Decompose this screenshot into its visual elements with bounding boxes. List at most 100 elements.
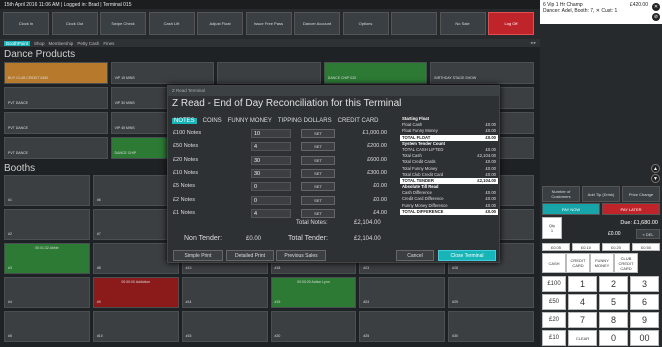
- booth-tile[interactable]: 00:00:20 Action Lynn #19: [270, 277, 357, 308]
- booth-tile[interactable]: #24: [359, 277, 446, 308]
- booth-tile[interactable]: #20: [270, 311, 357, 342]
- product-tile[interactable]: PVT DANCE: [4, 137, 108, 159]
- qty-box[interactable]: Qty 1: [542, 217, 562, 239]
- tab-1[interactable]: Shop: [34, 41, 45, 46]
- tender-tab-2[interactable]: FUNNY MONEY: [228, 118, 272, 124]
- booth-tile[interactable]: #30: [448, 311, 534, 342]
- funny-money-button[interactable]: FUNNY MONEY: [590, 253, 614, 273]
- toolbar-button-4[interactable]: Adjust Float: [197, 12, 243, 35]
- credit-card-button[interactable]: CREDIT CARD: [566, 253, 590, 273]
- tab-0[interactable]: BoothPoint: [4, 40, 31, 46]
- quantity-input[interactable]: 30: [251, 168, 291, 178]
- simple-print-button[interactable]: Simple Print: [173, 250, 223, 261]
- quantity-input[interactable]: 10: [251, 129, 291, 138]
- set-button[interactable]: SET: [301, 142, 335, 152]
- booth-tile[interactable]: #14: [181, 277, 268, 308]
- key-8[interactable]: 8: [599, 312, 628, 328]
- booth-tile[interactable]: 00:00:00 Addiction #9: [92, 277, 179, 308]
- booth-tile[interactable]: #1: [4, 175, 90, 206]
- product-tile[interactable]: BUY CLUB CREDIT £460: [4, 62, 108, 84]
- toolbar-button-3[interactable]: Cash Lift: [148, 12, 195, 35]
- toolbar-button-0[interactable]: Clock In: [3, 12, 49, 35]
- toolbar-button-10[interactable]: Log Off: [488, 12, 534, 35]
- product-tile[interactable]: [217, 62, 321, 84]
- toolbar-button-7[interactable]: Options: [342, 12, 389, 35]
- toolbar-button-5[interactable]: Issue Free Pass: [245, 12, 292, 35]
- pay-now-button[interactable]: PAY NOW: [542, 203, 600, 215]
- booth-tile[interactable]: #29: [448, 277, 534, 308]
- number-of-customers-button[interactable]: Number of Customers: [542, 186, 580, 202]
- key-5[interactable]: 5: [599, 294, 628, 310]
- quick-amount-button[interactable]: £10: [542, 330, 566, 346]
- set-button[interactable]: SET: [301, 168, 335, 178]
- tab-4[interactable]: Fines: [103, 41, 114, 46]
- close-icon[interactable]: ✕: [652, 3, 660, 11]
- product-tile[interactable]: PVT DANCE: [4, 112, 108, 134]
- cancel-button[interactable]: Cancel: [396, 250, 434, 261]
- booth-tile[interactable]: #7: [92, 209, 179, 240]
- product-tile[interactable]: PVT DANCE: [4, 87, 108, 109]
- quick-amount-button[interactable]: £20: [542, 312, 566, 328]
- set-button[interactable]: SET: [301, 155, 335, 165]
- key-4[interactable]: 4: [568, 294, 597, 310]
- product-tile[interactable]: DANCE CHIP £20: [323, 62, 428, 84]
- booth-tile[interactable]: #15: [181, 311, 268, 342]
- key-0[interactable]: 0: [599, 330, 628, 346]
- tender-tab-1[interactable]: COINS: [203, 118, 222, 124]
- tab-3[interactable]: Petty Cash: [77, 41, 99, 46]
- remove-item-icon[interactable]: ⊘: [652, 13, 660, 21]
- coin-button-0[interactable]: £0.05: [542, 243, 570, 251]
- booth-tile[interactable]: 00:01:32 Abbie #3: [4, 243, 90, 274]
- set-button[interactable]: SET: [301, 182, 335, 192]
- key-6[interactable]: 6: [630, 294, 659, 310]
- quantity-input[interactable]: 0: [251, 195, 291, 205]
- toolbar-button-2[interactable]: Swipe Check: [100, 12, 146, 35]
- quantity-input[interactable]: 4: [251, 142, 291, 152]
- booth-tile[interactable]: #5: [4, 311, 90, 342]
- coin-button-1[interactable]: £0.10: [572, 243, 600, 251]
- tender-tab-0[interactable]: NOTES: [172, 118, 197, 124]
- booth-tile[interactable]: #10: [92, 311, 179, 342]
- toolbar-button-6[interactable]: Dancer Account: [294, 12, 340, 35]
- tab-2[interactable]: Membership: [49, 41, 74, 46]
- set-button[interactable]: SET: [301, 129, 335, 138]
- quick-amount-button[interactable]: £50: [542, 294, 566, 310]
- coin-button-2[interactable]: £0.20: [602, 243, 630, 251]
- close-terminal-button[interactable]: Close Terminal: [438, 250, 496, 261]
- coin-button-3[interactable]: £0.50: [632, 243, 660, 251]
- toolbar-button-9[interactable]: No Sale: [439, 12, 486, 35]
- tab-scroll-arrows[interactable]: ◂ ▸: [530, 40, 536, 46]
- toolbar-button-1[interactable]: Clock Out: [51, 12, 98, 35]
- previous-sales-button[interactable]: Previous Sales: [276, 250, 326, 261]
- product-tile[interactable]: VIP 15 MINS: [110, 62, 215, 84]
- key-00[interactable]: 00: [630, 330, 659, 346]
- cash-button[interactable]: CASH: [542, 253, 566, 273]
- key-3[interactable]: 3: [630, 276, 659, 292]
- detailed-print-button[interactable]: Detailed Print: [226, 250, 274, 261]
- key-1[interactable]: 1: [568, 276, 597, 292]
- delete-button[interactable]: « DEL: [636, 229, 660, 239]
- key-2[interactable]: 2: [599, 276, 628, 292]
- pay-later-button[interactable]: PAY LATER: [602, 203, 660, 215]
- booth-tile[interactable]: #2: [4, 209, 90, 240]
- price-change-button[interactable]: Price Change: [622, 186, 660, 202]
- club-credit-card-button[interactable]: CLUB CREDIT CARD: [614, 253, 638, 273]
- quick-amount-button[interactable]: £100: [542, 276, 566, 292]
- scroll-up-icon[interactable]: ▲: [651, 164, 660, 173]
- toolbar-button-8[interactable]: [391, 12, 437, 35]
- quantity-input[interactable]: 30: [251, 155, 291, 165]
- tender-tab-3[interactable]: TIPPING DOLLARS: [278, 118, 332, 124]
- clear-button[interactable]: CLEAR: [568, 330, 597, 346]
- product-tile[interactable]: BIRTHDAY STAGE SHOW: [430, 62, 534, 84]
- quantity-input[interactable]: 4: [251, 208, 291, 218]
- booth-tile[interactable]: #8: [92, 243, 179, 274]
- key-7[interactable]: 7: [568, 312, 597, 328]
- quantity-input[interactable]: 0: [251, 182, 291, 192]
- set-button[interactable]: SET: [301, 208, 335, 218]
- booth-tile[interactable]: #25: [359, 311, 446, 342]
- booth-tile[interactable]: #4: [4, 277, 90, 308]
- set-button[interactable]: SET: [301, 195, 335, 205]
- add-tip-button[interactable]: Add Tip (Drink): [582, 186, 620, 202]
- tender-tab-4[interactable]: CREDIT CARD: [338, 118, 379, 124]
- booth-tile[interactable]: #6: [92, 175, 179, 206]
